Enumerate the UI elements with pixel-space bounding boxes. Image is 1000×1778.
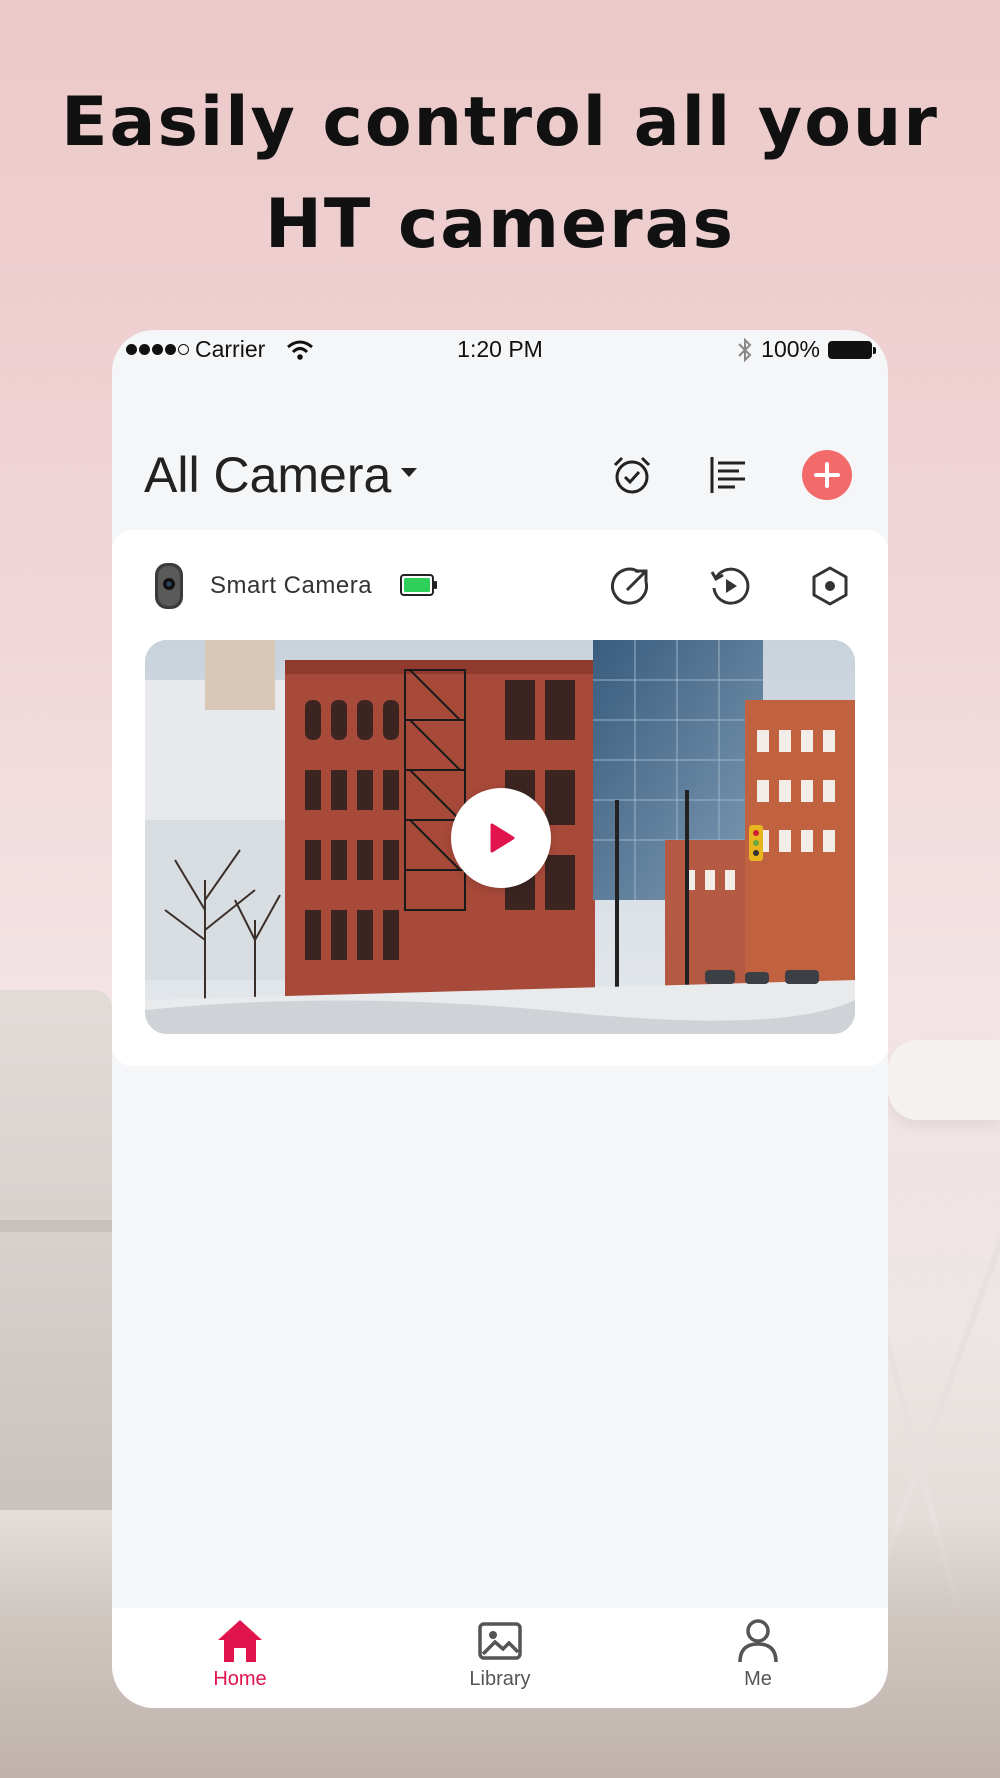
playback-icon[interactable] — [708, 564, 752, 608]
add-camera-button[interactable] — [802, 450, 852, 500]
status-right: 100% — [737, 336, 876, 363]
header: All Camera — [112, 420, 888, 530]
tab-me[interactable]: Me — [688, 1618, 828, 1708]
add-icon — [814, 462, 840, 488]
camera-card-header: Smart Camera — [112, 530, 888, 640]
background-sofa — [0, 990, 112, 1510]
tab-library[interactable]: Library — [430, 1618, 570, 1708]
bluetooth-icon — [738, 337, 752, 362]
tab-label-me: Me — [744, 1668, 772, 1690]
battery-level-icon — [400, 574, 437, 596]
user-icon — [738, 1619, 778, 1663]
camera-group-selector[interactable]: All Camera — [144, 446, 418, 504]
alarm-clock-icon[interactable] — [607, 450, 657, 500]
camera-device-icon — [155, 563, 183, 609]
page-title: All Camera — [144, 447, 392, 503]
tab-home[interactable]: Home — [170, 1618, 310, 1708]
battery-percent: 100% — [761, 336, 820, 362]
home-icon — [218, 1620, 262, 1662]
background-table — [888, 1040, 1000, 1120]
battery-icon — [828, 340, 876, 359]
play-icon — [490, 823, 515, 853]
play-button[interactable] — [451, 788, 551, 888]
headline-line-2: HT cameras — [264, 185, 736, 264]
tab-label-home: Home — [213, 1668, 267, 1690]
tab-bar: Home Library Me — [112, 1608, 888, 1708]
phone-screen: Carrier 1:20 PM 100% All Camera Smart Ca… — [112, 330, 888, 1708]
chevron-down-icon — [401, 467, 418, 477]
list-icon[interactable] — [704, 450, 754, 500]
camera-live-preview[interactable] — [145, 640, 855, 1034]
headline-line-1: Easily control all your — [61, 83, 939, 162]
headline: Easily control all your HT cameras — [0, 72, 1000, 276]
status-bar: Carrier 1:20 PM 100% — [112, 330, 888, 370]
camera-card[interactable]: Smart Camera — [112, 530, 888, 1066]
camera-name: Smart Camera — [210, 572, 373, 599]
image-icon — [478, 1622, 522, 1660]
share-icon[interactable] — [609, 564, 653, 608]
settings-icon[interactable] — [808, 564, 852, 608]
tab-label-library: Library — [469, 1668, 531, 1690]
